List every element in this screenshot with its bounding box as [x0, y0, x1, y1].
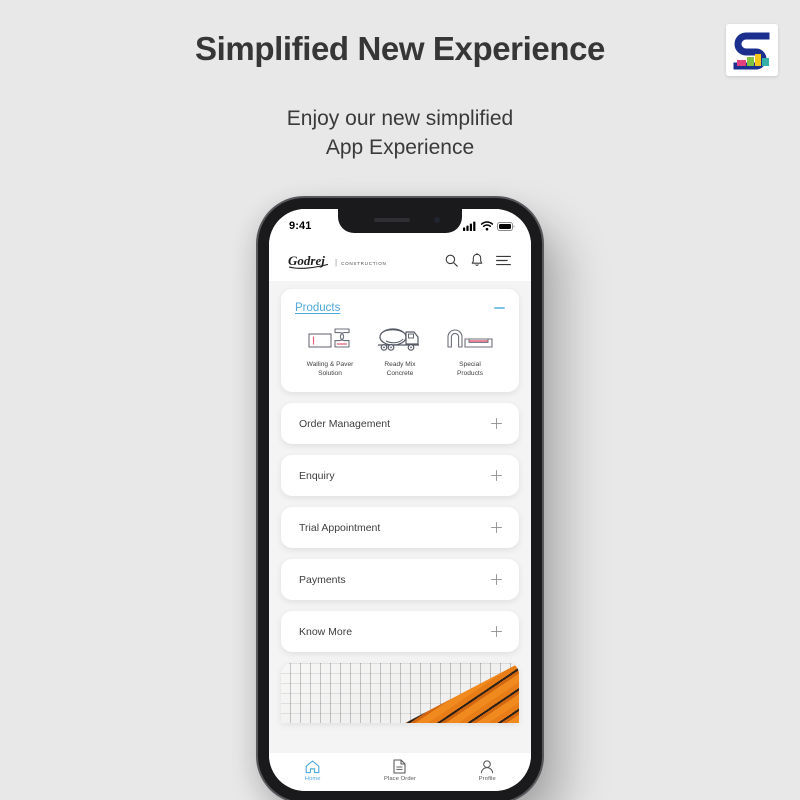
nav-label: Home [304, 775, 321, 782]
product-label: Special Products [456, 361, 483, 377]
godrej-construction-logo[interactable]: Godrej | CONSTRUCTION [287, 252, 386, 269]
block-paver-glyph [308, 328, 350, 348]
svg-text:Godrej: Godrej [288, 253, 325, 268]
battery-icon [497, 221, 515, 231]
accordion-label: Order Management [299, 417, 391, 430]
godrej-wordmark-icon: Godrej [288, 253, 329, 269]
product-item-walling-paver[interactable]: Walling & Paver Solution [295, 325, 364, 378]
home-icon [305, 759, 320, 773]
phone-mockup: 9:41 Godrej | CONSTRUCTION Products Wall… [258, 198, 542, 800]
nav-label: Profile [478, 775, 496, 782]
product-grid: Walling & Paver Solution Ready Mix Concr… [295, 325, 505, 378]
nav-item-profile[interactable]: Profile [444, 759, 530, 782]
plus-icon[interactable] [491, 470, 502, 482]
products-card-header[interactable]: Products [295, 302, 505, 314]
product-label: Ready Mix Concrete [384, 361, 416, 377]
bell-glyph [471, 252, 483, 266]
phone-screen: 9:41 Godrej | CONSTRUCTION Products Wall… [269, 209, 531, 791]
status-time: 9:41 [289, 220, 312, 232]
app-header: Godrej | CONSTRUCTION [269, 239, 531, 281]
phone-notch [338, 209, 462, 233]
logo-subtitle: CONSTRUCTION [341, 260, 387, 266]
bottom-navigation: Home Place Order Profile [269, 753, 531, 791]
search-icon[interactable] [445, 254, 458, 267]
logo-divider: | [335, 257, 338, 267]
s-blocks-logo-icon [726, 24, 778, 76]
notification-bell-icon[interactable] [471, 252, 483, 267]
document-icon [393, 759, 407, 774]
wifi-icon [481, 221, 493, 231]
arch-lintel-glyph [447, 329, 493, 348]
nav-item-place-order[interactable]: Place Order [357, 759, 443, 782]
products-title[interactable]: Products [295, 302, 340, 314]
page-title: Simplified New Experience [195, 30, 605, 67]
brand-logo [726, 24, 778, 76]
earpiece-speaker [374, 218, 410, 222]
hamburger-glyph [496, 255, 511, 265]
search-glyph [445, 254, 458, 267]
plus-icon[interactable] [491, 574, 502, 586]
products-card[interactable]: Products Walling & Paver Solution Ready … [281, 289, 519, 393]
accordion-row-enquiry[interactable]: Enquiry [281, 455, 519, 497]
product-label: Walling & Paver Solution [306, 361, 354, 377]
person-icon [481, 759, 494, 773]
accordion-row-know-more[interactable]: Know More [281, 611, 519, 653]
nav-label: Place Order [383, 776, 416, 782]
page-subtitle: Enjoy our new simplified App Experience [286, 107, 514, 159]
front-camera [434, 217, 440, 223]
accordion-row-payments[interactable]: Payments [281, 559, 519, 601]
app-content: Products Walling & Paver Solution Ready … [269, 281, 531, 753]
accordion-row-order-management[interactable]: Order Management [281, 403, 519, 445]
cement-mixer-glyph [377, 328, 419, 351]
block-paver-icon [308, 325, 352, 355]
product-item-ready-mix-concrete[interactable]: Ready Mix Concrete [365, 325, 434, 378]
hamburger-menu-icon[interactable] [496, 255, 511, 266]
minus-icon[interactable] [494, 307, 505, 309]
plus-icon[interactable] [491, 522, 502, 534]
plus-icon[interactable] [491, 626, 502, 638]
cement-mixer-truck-icon [375, 325, 425, 355]
status-icons [463, 221, 515, 231]
nav-item-home[interactable]: Home [269, 759, 355, 782]
cellular-signal-icon [463, 221, 476, 231]
plus-icon[interactable] [491, 418, 502, 430]
accordion-row-trial-appointment[interactable]: Trial Appointment [281, 507, 519, 549]
accordion-label: Trial Appointment [299, 521, 381, 534]
product-item-special-products[interactable]: Special Products [435, 325, 504, 378]
accordion-label: Enquiry [299, 469, 335, 482]
arch-lintel-icon [446, 325, 494, 355]
accordion-label: Know More [299, 625, 353, 638]
promo-banner[interactable] [281, 663, 519, 724]
header-actions [445, 252, 511, 267]
accordion-label: Payments [299, 573, 346, 586]
